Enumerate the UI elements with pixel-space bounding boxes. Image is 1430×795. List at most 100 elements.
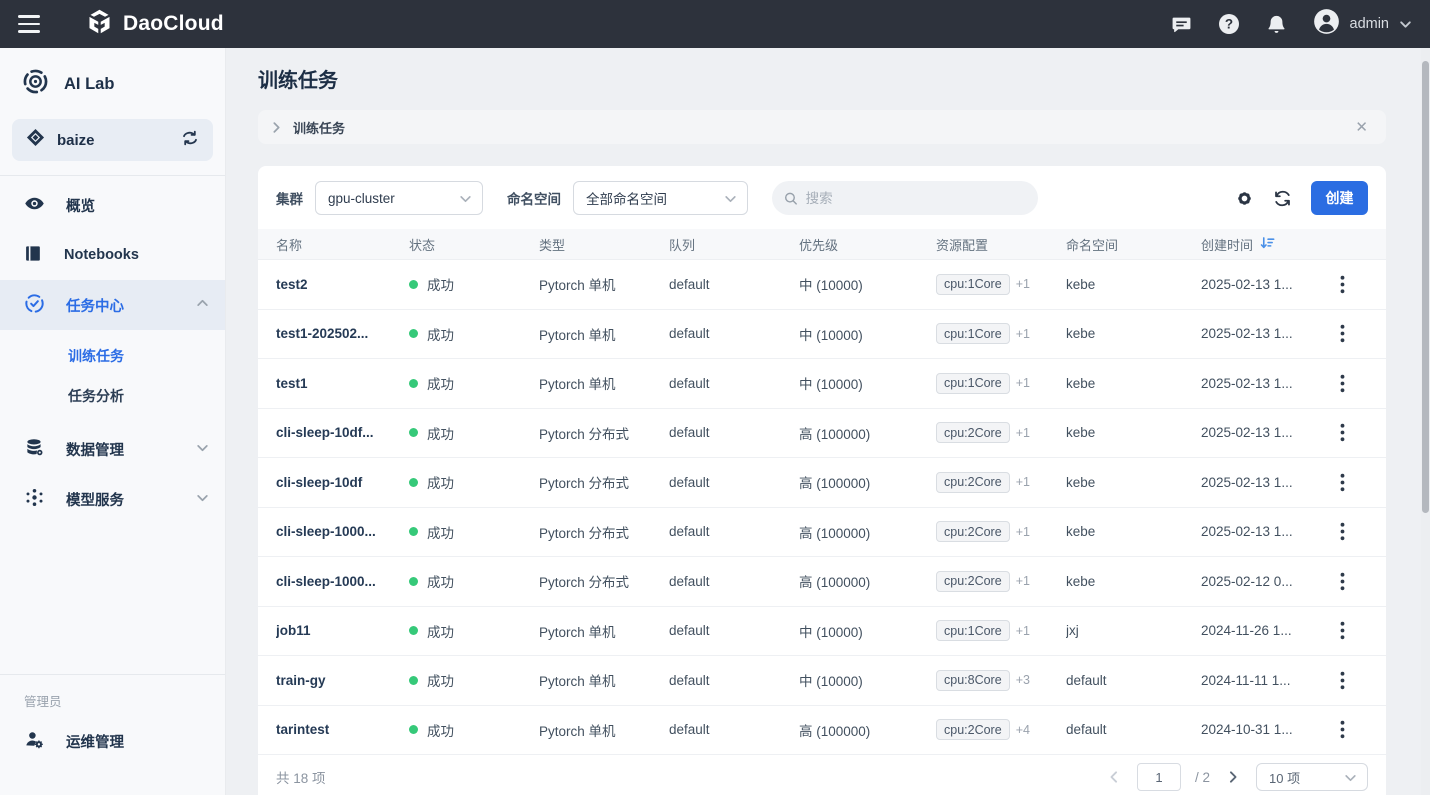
table-row[interactable]: job11 成功 Pytorch 单机 default 中 (10000) cp…	[258, 607, 1386, 657]
close-icon[interactable]: ✕	[1349, 118, 1374, 136]
resource-extra-count[interactable]: +1	[1016, 475, 1030, 489]
row-actions-kebab-icon[interactable]	[1332, 568, 1353, 595]
column-name[interactable]: 名称	[276, 235, 409, 254]
resource-extra-count[interactable]: +1	[1016, 574, 1030, 588]
row-actions-kebab-icon[interactable]	[1332, 667, 1353, 694]
admin-section-label: 管理员	[0, 675, 225, 716]
job-status: 成功	[409, 571, 539, 591]
table-row[interactable]: train-gy 成功 Pytorch 单机 default 中 (10000)…	[258, 656, 1386, 706]
settings-gear-icon[interactable]	[1235, 189, 1254, 208]
job-name-link[interactable]: test1	[276, 376, 409, 391]
create-button[interactable]: 创建	[1311, 181, 1368, 215]
sidebar-item-model-services[interactable]: 模型服务	[0, 474, 225, 524]
job-type: Pytorch 分布式	[539, 472, 669, 492]
row-actions-kebab-icon[interactable]	[1332, 419, 1353, 446]
sidebar-product[interactable]: AI Lab	[0, 48, 225, 117]
job-name-link[interactable]: job11	[276, 623, 409, 638]
resource-extra-count[interactable]: +3	[1016, 673, 1030, 687]
sidebar-subitem-training-tasks[interactable]: 训练任务	[0, 336, 225, 376]
table-row[interactable]: tarintest 成功 Pytorch 单机 default 高 (10000…	[258, 706, 1386, 756]
row-actions-kebab-icon[interactable]	[1332, 370, 1353, 397]
next-page-icon[interactable]	[1224, 768, 1242, 786]
column-resource[interactable]: 资源配置	[936, 235, 1066, 254]
job-status: 成功	[409, 472, 539, 492]
sidebar-item-ops-management[interactable]: 运维管理	[0, 716, 225, 766]
column-priority[interactable]: 优先级	[799, 235, 936, 254]
page-number-input[interactable]	[1137, 763, 1181, 791]
resource-extra-count[interactable]: +4	[1016, 723, 1030, 737]
job-name-link[interactable]: cli-sleep-10df	[276, 475, 409, 490]
table-row[interactable]: cli-sleep-10df... 成功 Pytorch 分布式 default…	[258, 409, 1386, 459]
table-header: 名称 状态 类型 队列 优先级 资源配置 命名空间 创建时间	[258, 229, 1386, 260]
row-actions-kebab-icon[interactable]	[1332, 518, 1353, 545]
job-name-link[interactable]: cli-sleep-1000...	[276, 574, 409, 589]
cluster-select[interactable]: gpu-cluster	[315, 181, 483, 215]
sidebar-item-overview[interactable]: 概览	[0, 180, 225, 230]
job-type: Pytorch 单机	[539, 670, 669, 690]
job-name-link[interactable]: test1-202502...	[276, 326, 409, 341]
row-actions-kebab-icon[interactable]	[1332, 716, 1353, 743]
model-nodes-icon	[24, 487, 45, 512]
table-row[interactable]: cli-sleep-1000... 成功 Pytorch 分布式 default…	[258, 557, 1386, 607]
sidebar: AI Lab baize 概览 Notebooks	[0, 48, 226, 795]
brand-logo[interactable]: DaoCloud	[86, 8, 224, 40]
resource-badge: cpu:2Core	[936, 521, 1010, 542]
table-row[interactable]: test1-202502... 成功 Pytorch 单机 default 中 …	[258, 310, 1386, 360]
sidebar-item-notebooks[interactable]: Notebooks	[0, 230, 225, 280]
column-created-label[interactable]: 创建时间	[1201, 235, 1253, 254]
job-queue: default	[669, 277, 799, 292]
sort-descending-icon[interactable]	[1260, 236, 1275, 253]
column-namespace[interactable]: 命名空间	[1066, 235, 1201, 254]
search-input[interactable]	[806, 191, 1026, 206]
resource-extra-count[interactable]: +1	[1016, 376, 1030, 390]
bell-icon[interactable]	[1266, 14, 1287, 35]
job-name-link[interactable]: cli-sleep-10df...	[276, 425, 409, 440]
help-icon[interactable]: ?	[1218, 13, 1240, 35]
resource-extra-count[interactable]: +1	[1016, 624, 1030, 638]
table-row[interactable]: cli-sleep-10df 成功 Pytorch 分布式 default 高 …	[258, 458, 1386, 508]
resource-extra-count[interactable]: +1	[1016, 525, 1030, 539]
breadcrumb-item[interactable]: 训练任务	[293, 118, 345, 137]
namespace-select[interactable]: 全部命名空间	[573, 181, 748, 215]
job-name-link[interactable]: tarintest	[276, 722, 409, 737]
column-queue[interactable]: 队列	[669, 235, 799, 254]
row-actions-kebab-icon[interactable]	[1332, 271, 1353, 298]
row-actions-kebab-icon[interactable]	[1332, 617, 1353, 644]
scrollbar-thumb[interactable]	[1422, 61, 1429, 513]
table-row[interactable]: test2 成功 Pytorch 单机 default 中 (10000) cp…	[258, 260, 1386, 310]
job-resource: cpu:2Core +1	[936, 571, 1066, 592]
job-created-time: 2025-02-12 0...	[1201, 574, 1316, 589]
app-header: DaoCloud ? admin	[0, 0, 1430, 48]
status-text: 成功	[427, 670, 454, 690]
workspace-switch-icon[interactable]	[181, 130, 199, 151]
product-name: AI Lab	[64, 75, 114, 94]
table-row[interactable]: cli-sleep-1000... 成功 Pytorch 分布式 default…	[258, 508, 1386, 558]
job-created-time: 2025-02-13 1...	[1201, 326, 1316, 341]
resource-extra-count[interactable]: +1	[1016, 277, 1030, 291]
user-menu[interactable]: admin	[1313, 8, 1413, 40]
sidebar-item-task-center[interactable]: 任务中心	[0, 280, 225, 330]
row-actions-kebab-icon[interactable]	[1332, 469, 1353, 496]
sidebar-subitem-task-analysis[interactable]: 任务分析	[0, 376, 225, 416]
job-name-link[interactable]: test2	[276, 277, 409, 292]
prev-page-icon[interactable]	[1105, 768, 1123, 786]
job-name-link[interactable]: cli-sleep-1000...	[276, 524, 409, 539]
chat-icon[interactable]	[1171, 14, 1192, 35]
column-status[interactable]: 状态	[409, 235, 539, 254]
job-resource: cpu:1Core +1	[936, 373, 1066, 394]
resource-badge: cpu:2Core	[936, 719, 1010, 740]
row-actions-kebab-icon[interactable]	[1332, 320, 1353, 347]
refresh-icon[interactable]	[1273, 189, 1292, 208]
hamburger-menu-icon[interactable]	[18, 14, 44, 34]
task-list-card: 集群 gpu-cluster 命名空间 全部命名空间	[258, 166, 1386, 795]
sidebar-item-data-management[interactable]: 数据管理	[0, 424, 225, 474]
table-row[interactable]: test1 成功 Pytorch 单机 default 中 (10000) cp…	[258, 359, 1386, 409]
baize-logo-icon	[26, 128, 45, 152]
job-name-link[interactable]: train-gy	[276, 673, 409, 688]
resource-extra-count[interactable]: +1	[1016, 426, 1030, 440]
column-type[interactable]: 类型	[539, 235, 669, 254]
page-size-select[interactable]: 10 项	[1256, 763, 1368, 791]
vertical-scrollbar[interactable]	[1421, 48, 1430, 795]
workspace-selector[interactable]: baize	[12, 119, 213, 161]
resource-extra-count[interactable]: +1	[1016, 327, 1030, 341]
